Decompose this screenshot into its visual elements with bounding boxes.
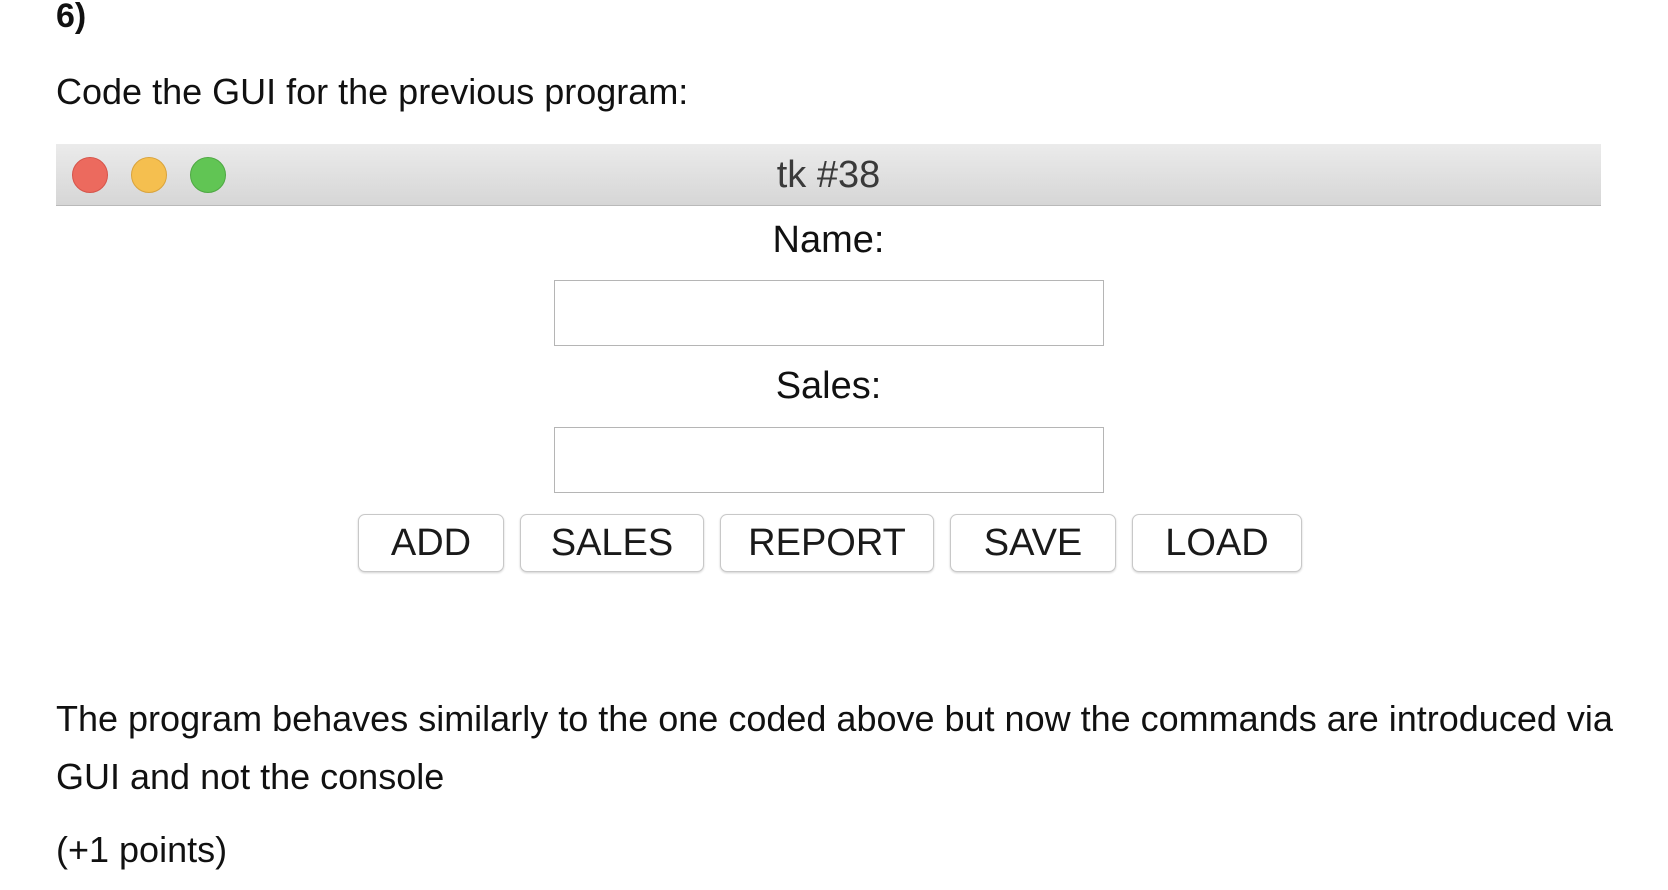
- add-button[interactable]: ADD: [358, 514, 504, 572]
- report-button[interactable]: REPORT: [720, 514, 934, 572]
- window-titlebar[interactable]: tk #38: [56, 144, 1601, 206]
- window-title: tk #38: [776, 154, 881, 196]
- tk-window: tk #38 Name: Sales: ADD SALES REPORT SAV…: [56, 144, 1601, 594]
- sales-button[interactable]: SALES: [520, 514, 704, 572]
- sales-label: Sales:: [775, 365, 882, 407]
- load-button[interactable]: LOAD: [1132, 514, 1302, 572]
- question-points: (+1 points): [56, 829, 228, 870]
- question-description: The program behaves similarly to the one…: [56, 698, 1613, 797]
- save-button[interactable]: SAVE: [950, 514, 1116, 572]
- question-intro: Code the GUI for the previous program:: [56, 71, 689, 112]
- name-label: Name:: [772, 219, 885, 261]
- name-field[interactable]: [554, 280, 1104, 346]
- question-number: 6): [56, 0, 87, 35]
- sales-field[interactable]: [554, 427, 1104, 493]
